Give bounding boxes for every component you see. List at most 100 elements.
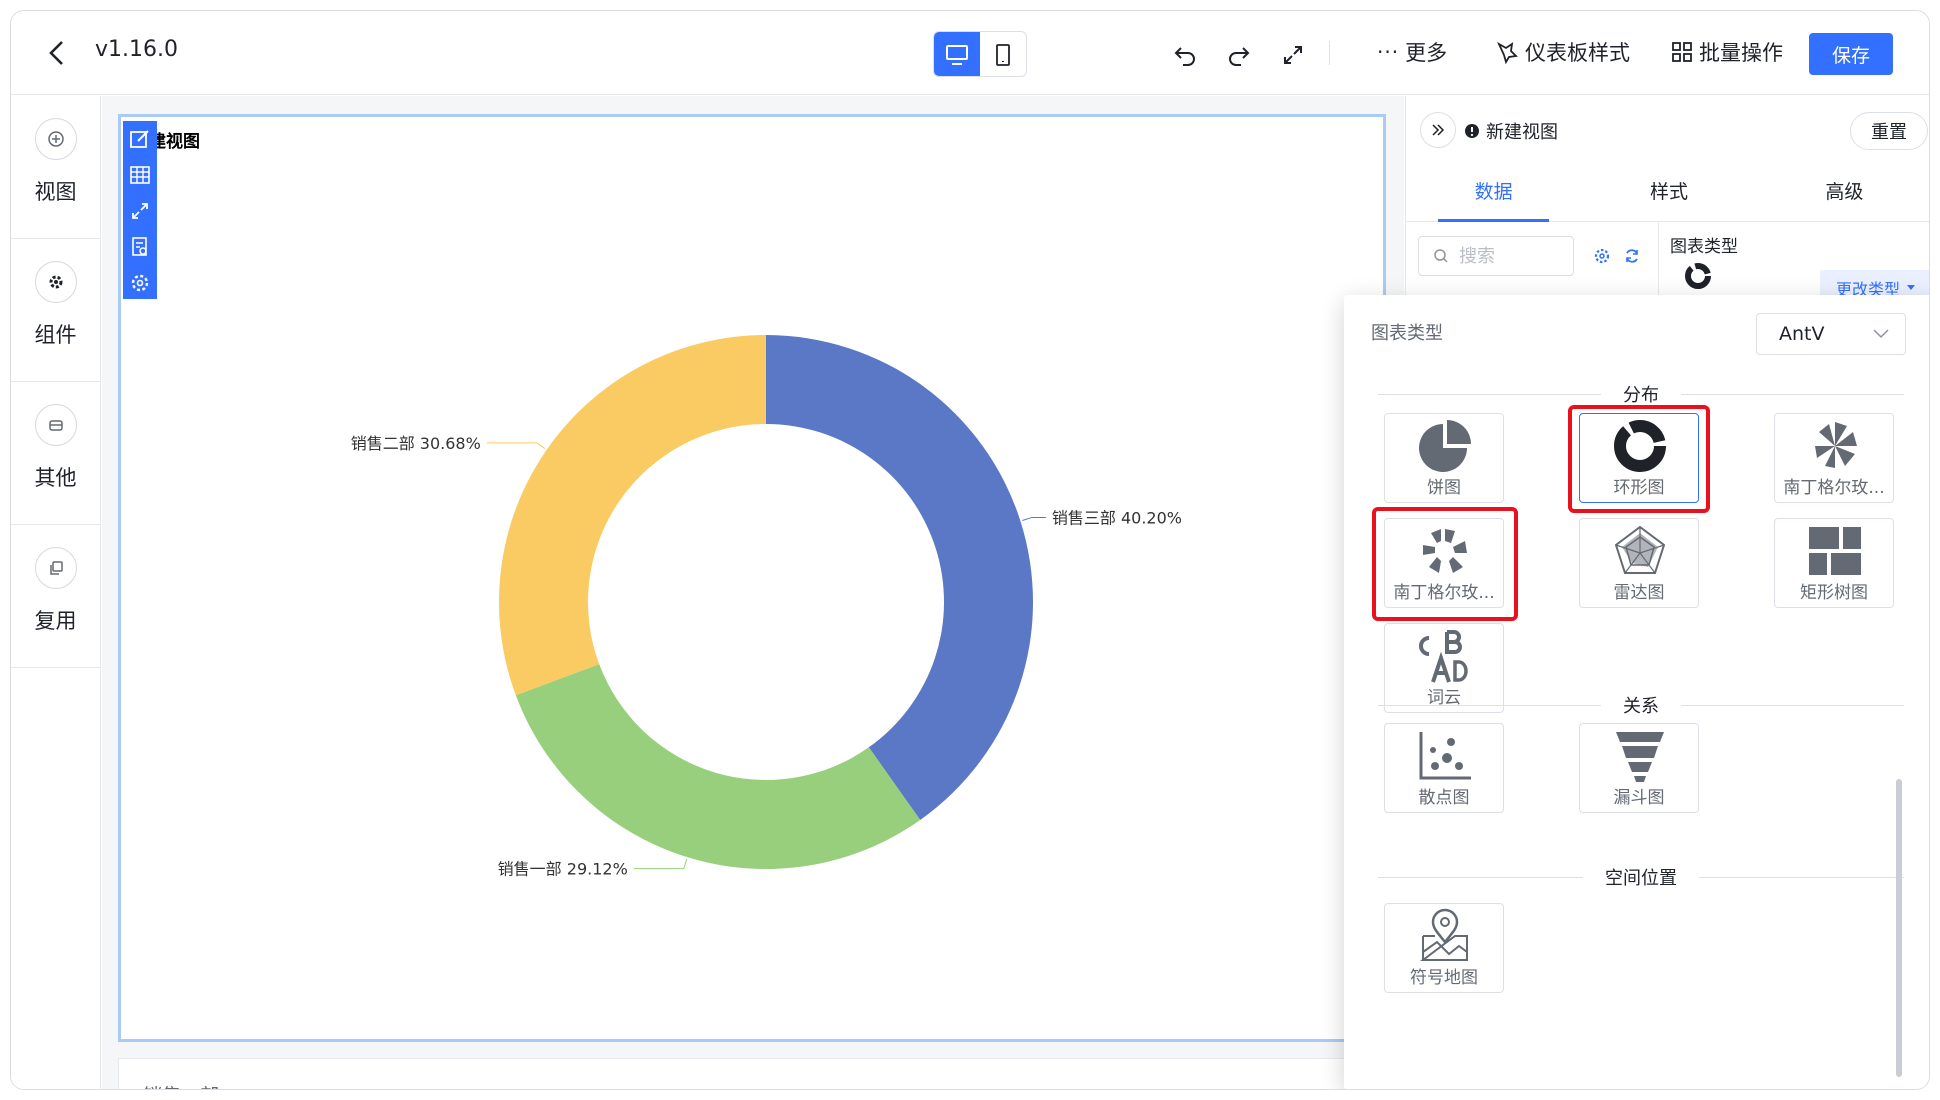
wordcloud-chart-icon [1415, 628, 1475, 684]
chart-type-rose[interactable]: 南丁格尔玫... [1774, 413, 1894, 503]
copy-icon [34, 547, 77, 589]
batch-operation-button[interactable]: 批量操作 [1671, 37, 1783, 67]
donut-chart: 销售三部 40.20% 销售一部 29.12% 销售二部 30.68% [351, 335, 1182, 879]
plus-circle-icon [34, 118, 77, 160]
chart-card[interactable]: 建视图 销售三部 40.20% 销售一部 29.12% 销售二部 30.68% [118, 114, 1386, 1042]
chart-type-label: 图表类型 [1670, 237, 1738, 257]
chart-type-label: 南丁格尔玫... [1393, 583, 1495, 603]
chart-type-label: 南丁格尔玫... [1783, 478, 1885, 498]
monitor-icon [946, 45, 968, 65]
section-title: 空间位置 [1605, 868, 1677, 889]
chart-type-pie[interactable]: 饼图 [1384, 413, 1504, 503]
dashboard-canvas: 建视图 销售三部 40.20% 销售一部 29.12% 销售二部 30.68% [102, 96, 1404, 1089]
label-leader-line [1022, 516, 1046, 521]
tab-style[interactable]: 样式 [1581, 164, 1756, 221]
chart-type-label: 散点图 [1418, 788, 1470, 808]
batch-operation-label: 批量操作 [1699, 41, 1783, 65]
left-sidebar: 视图 组件 其他 复用 [11, 96, 101, 1089]
section-spatial: 空间位置 [1378, 865, 1904, 889]
scatter-chart-icon [1415, 728, 1475, 784]
chart-type-treemap[interactable]: 矩形树图 [1774, 518, 1894, 608]
donut-slice-label: 销售一部 29.12% [498, 860, 628, 879]
view-name-label: 新建视图 [1486, 122, 1558, 143]
info-icon [1465, 124, 1479, 138]
detail-icon[interactable] [127, 233, 153, 261]
chart-type-label: 漏斗图 [1613, 788, 1665, 808]
table-icon[interactable] [127, 161, 153, 189]
chart-type-label: 雷达图 [1613, 583, 1665, 603]
version-label: v1.16.0 [95, 37, 178, 62]
magic-wand-icon [1497, 41, 1518, 64]
chevron-down-icon [1873, 329, 1889, 339]
search-input[interactable] [1459, 245, 1559, 267]
dashboard-style-label: 仪表板样式 [1525, 41, 1630, 65]
sidebar-item-other[interactable]: 其他 [11, 382, 100, 525]
more-label: 更多 [1405, 41, 1448, 65]
tab-data[interactable]: 数据 [1406, 164, 1581, 222]
gear-icon [34, 261, 77, 303]
expand-icon[interactable] [127, 197, 153, 225]
sidebar-item-label: 其他 [34, 466, 77, 490]
dashboard-style-button[interactable]: 仪表板样式 [1495, 37, 1630, 67]
sidebar-item-reuse[interactable]: 复用 [11, 525, 100, 668]
chart-type-donut[interactable]: 环形图 [1579, 413, 1699, 503]
section-relation: 关系 [1378, 693, 1904, 717]
settings-icon[interactable] [127, 269, 153, 297]
more-button[interactable]: ··· 更多 [1377, 37, 1447, 67]
device-toggle [933, 31, 1027, 77]
save-button[interactable]: 保存 [1809, 33, 1893, 75]
chart-toolbar [123, 121, 157, 299]
sidebar-item-label: 组件 [34, 323, 77, 347]
collapse-panel-icon[interactable] [1420, 112, 1456, 148]
ellipsis-icon: ··· [1377, 40, 1400, 64]
sidebar-item-view[interactable]: 视图 [11, 96, 100, 239]
section-title: 关系 [1623, 696, 1659, 717]
caret-down-icon [1907, 285, 1915, 290]
section-title: 分布 [1623, 385, 1659, 406]
chart-type-funnel[interactable]: 漏斗图 [1579, 723, 1699, 813]
back-icon[interactable] [41, 37, 73, 69]
sidebar-item-component[interactable]: 组件 [11, 239, 100, 382]
chart-type-radar[interactable]: 雷达图 [1579, 518, 1699, 608]
chart-type-rose-donut[interactable]: 南丁格尔玫... [1384, 518, 1504, 608]
edit-icon[interactable] [127, 125, 153, 153]
phone-icon [996, 44, 1010, 66]
toolbar-divider [1329, 41, 1330, 65]
field-settings-icon[interactable] [1590, 244, 1614, 268]
panel-tabs: 数据 样式 高级 [1406, 164, 1929, 222]
chart-library-value: AntV [1779, 323, 1825, 345]
chart-type-scatter[interactable]: 散点图 [1384, 723, 1504, 813]
rose-donut-chart-icon [1415, 523, 1475, 579]
mobile-view-button[interactable] [980, 32, 1026, 76]
search-icon [1434, 249, 1448, 263]
donut-slice[interactable] [498, 335, 766, 696]
reset-button[interactable]: 重置 [1850, 112, 1928, 150]
donut-chart-icon [1610, 418, 1670, 474]
sidebar-item-label: 复用 [34, 609, 77, 633]
donut-slice[interactable] [515, 664, 921, 869]
fullscreen-icon[interactable] [1277, 39, 1309, 71]
grid-icon [1672, 42, 1692, 62]
radar-chart-icon [1610, 523, 1670, 579]
label-leader-line [486, 442, 546, 449]
desktop-view-button[interactable] [934, 32, 980, 76]
tab-advanced[interactable]: 高级 [1757, 164, 1929, 221]
popup-scrollbar[interactable] [1896, 779, 1902, 1077]
top-bar: v1.16.0 ··· 更多 仪表板样式 批量操作 保存 [11, 11, 1929, 95]
refresh-icon[interactable] [1620, 244, 1644, 268]
donut-slice-label: 销售二部 30.68% [351, 434, 481, 453]
sidebar-item-label: 视图 [34, 180, 77, 204]
view-name: 新建视图 [1464, 118, 1558, 144]
secondary-card-text: 销售一部 [143, 1081, 219, 1089]
box-icon [34, 404, 77, 446]
chart-type-symbol-map[interactable]: 符号地图 [1384, 903, 1504, 993]
chart-type-label: 环形图 [1613, 478, 1665, 498]
undo-icon[interactable] [1169, 39, 1201, 71]
treemap-chart-icon [1805, 523, 1865, 579]
chart-library-select[interactable]: AntV [1756, 313, 1906, 355]
donut-slice-label: 销售三部 40.20% [1052, 508, 1182, 527]
donut-slice[interactable] [766, 335, 1033, 820]
redo-icon[interactable] [1223, 39, 1255, 71]
label-leader-line [633, 858, 688, 870]
secondary-chart-card[interactable]: 销售一部 [118, 1058, 1386, 1089]
